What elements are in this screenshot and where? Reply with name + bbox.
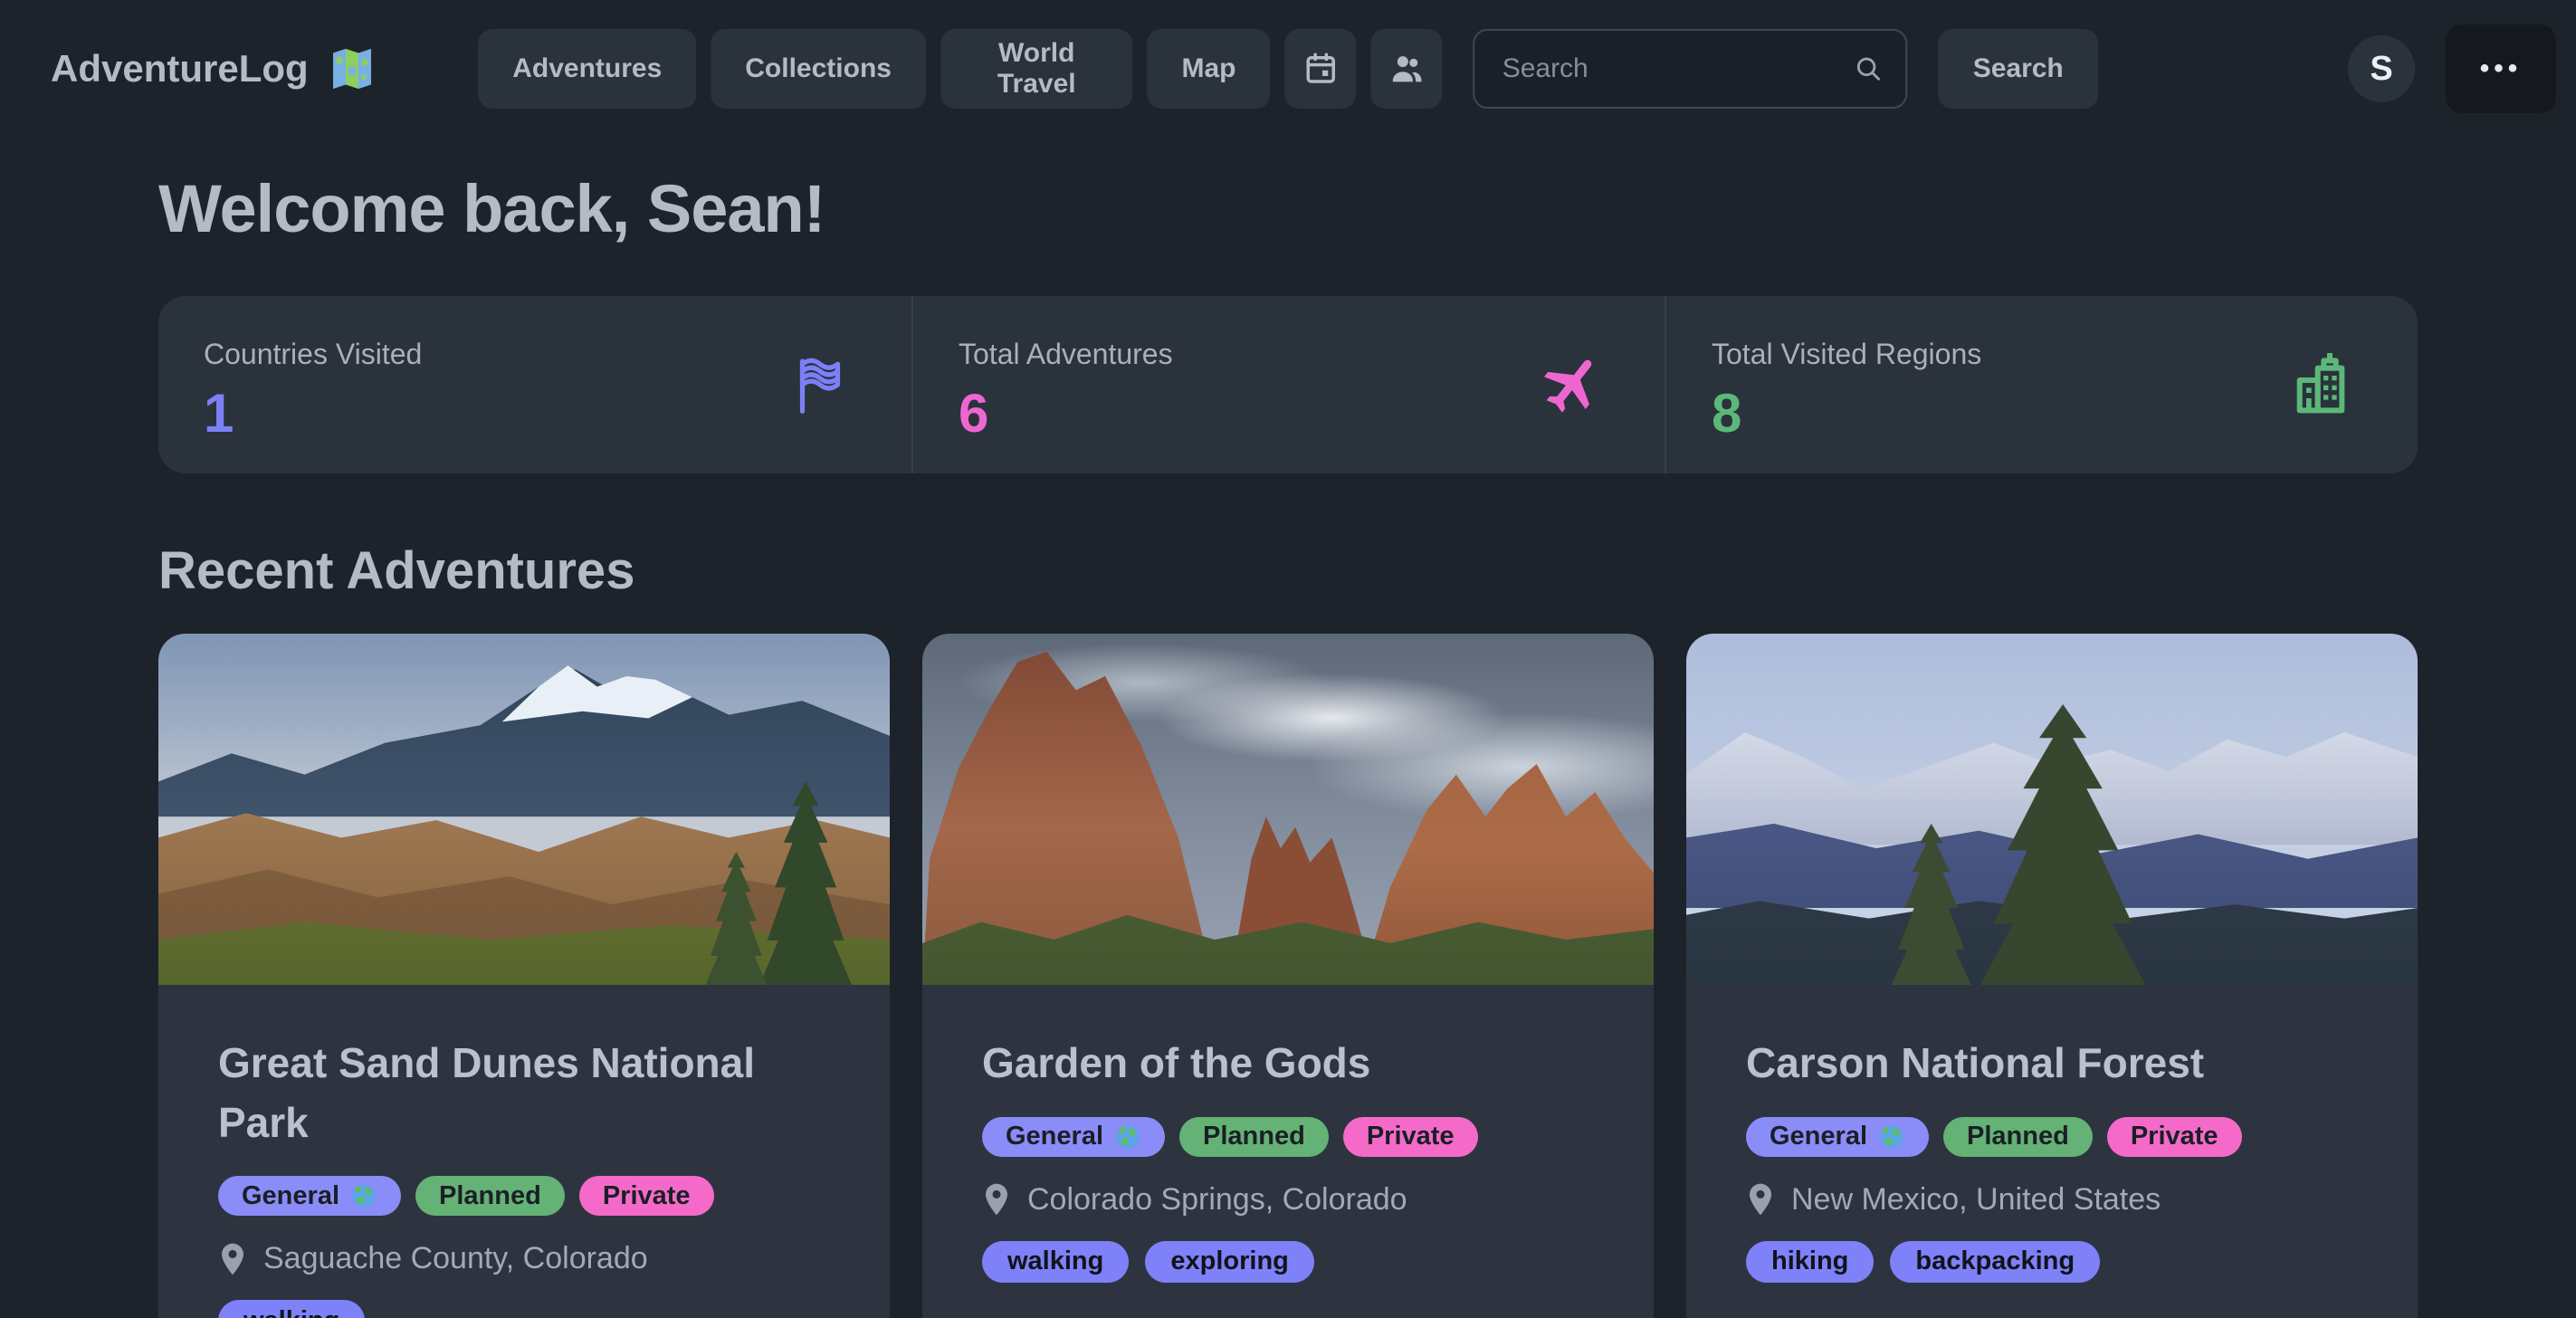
adventure-card-great-sand-dunes[interactable]: Great Sand Dunes National Park General P… (158, 634, 890, 1318)
users-button[interactable] (1371, 29, 1443, 109)
avatar[interactable]: S (2348, 35, 2415, 102)
map-emoji-icon (327, 43, 377, 94)
main-content: Welcome back, Sean! Countries Visited 1 … (158, 172, 2418, 1318)
tag-row: walking (218, 1300, 830, 1318)
location-row: New Mexico, United States (1746, 1182, 2358, 1218)
adventure-photo[interactable] (158, 634, 890, 985)
location-pin-icon (218, 1242, 247, 1276)
badge-private: Private (1343, 1117, 1478, 1157)
tag: exploring (1145, 1241, 1314, 1283)
badge-general: General (1746, 1117, 1929, 1157)
badge-row: General Planned Private (218, 1176, 830, 1216)
badge-row: General Planned Private (1746, 1117, 2358, 1157)
brand-name: AdventureLog (51, 47, 309, 91)
badge-planned: Planned (415, 1176, 565, 1216)
adventure-title[interactable]: Great Sand Dunes National Park (218, 1034, 830, 1152)
tag: backpacking (1890, 1241, 2100, 1283)
search-field-wrap (1474, 29, 1908, 109)
badge-private: Private (579, 1176, 714, 1216)
nav-center: Adventures Collections World Travel Map (478, 29, 2098, 109)
adventure-photo[interactable] (922, 634, 1654, 985)
badge-planned: Planned (1943, 1117, 2093, 1157)
location-row: Saguache County, Colorado (218, 1241, 830, 1276)
location-text: Colorado Springs, Colorado (1027, 1182, 1407, 1218)
tag-row: hiking backpacking (1746, 1241, 2358, 1283)
tag-row: walking exploring (982, 1241, 1594, 1283)
adventure-photo[interactable] (1686, 634, 2418, 985)
location-text: Saguache County, Colorado (263, 1241, 648, 1276)
calendar-icon (1302, 50, 1340, 88)
stats-panel: Countries Visited 1 Total Adventures 6 (158, 296, 2418, 473)
location-row: Colorado Springs, Colorado (982, 1182, 1594, 1218)
search-button[interactable]: Search (1939, 29, 2098, 109)
nav-adventures-button[interactable]: Adventures (478, 29, 696, 109)
badge-general: General (982, 1117, 1165, 1157)
nav-collections-button[interactable]: Collections (711, 29, 926, 109)
location-text: New Mexico, United States (1791, 1182, 2161, 1218)
users-icon (1388, 50, 1426, 88)
search-input[interactable] (1474, 29, 1908, 109)
badge-private: Private (2107, 1117, 2242, 1157)
welcome-heading: Welcome back, Sean! (158, 172, 2418, 245)
tag: walking (982, 1241, 1129, 1283)
stat-countries-visited: Countries Visited 1 (158, 296, 911, 473)
recent-adventures-heading: Recent Adventures (158, 540, 2418, 601)
adventure-card-carson-national-forest[interactable]: Carson National Forest General Planned P… (1686, 634, 2418, 1318)
city-icon (2289, 349, 2361, 421)
airplane-icon (1534, 348, 1608, 422)
calendar-button[interactable] (1285, 29, 1357, 109)
tag: walking (218, 1300, 365, 1318)
card-body: Garden of the Gods General Planned Priva… (922, 985, 1654, 1282)
badge-row: General Planned Private (982, 1117, 1594, 1157)
badge-general: General (218, 1176, 401, 1216)
search-icon (1854, 53, 1884, 84)
navbar: AdventureLog Adventures Collections Worl… (0, 0, 2576, 138)
card-body: Great Sand Dunes National Park General P… (158, 985, 890, 1318)
adventure-card-garden-of-the-gods[interactable]: Garden of the Gods General Planned Priva… (922, 634, 1654, 1318)
card-body: Carson National Forest General Planned P… (1686, 985, 2418, 1282)
location-pin-icon (1746, 1182, 1775, 1217)
adventure-title[interactable]: Garden of the Gods (982, 1034, 1594, 1093)
nav-right: S ••• (2348, 24, 2556, 113)
location-pin-icon (982, 1182, 1011, 1217)
badge-planned: Planned (1179, 1117, 1329, 1157)
more-menu-button[interactable]: ••• (2446, 24, 2556, 113)
nav-map-button[interactable]: Map (1148, 29, 1271, 109)
adventure-card-grid: Great Sand Dunes National Park General P… (158, 634, 2418, 1318)
tag: hiking (1746, 1241, 1874, 1283)
globe-icon (1878, 1123, 1905, 1151)
brand-logo[interactable]: AdventureLog (51, 43, 377, 94)
stat-total-visited-regions: Total Visited Regions 8 (1665, 296, 2418, 473)
adventure-title[interactable]: Carson National Forest (1746, 1034, 2358, 1093)
nav-world-travel-button[interactable]: World Travel (940, 29, 1133, 109)
flag-icon (785, 349, 855, 420)
globe-icon (1114, 1123, 1141, 1151)
stat-total-adventures: Total Adventures 6 (911, 296, 1665, 473)
globe-icon (350, 1182, 377, 1209)
